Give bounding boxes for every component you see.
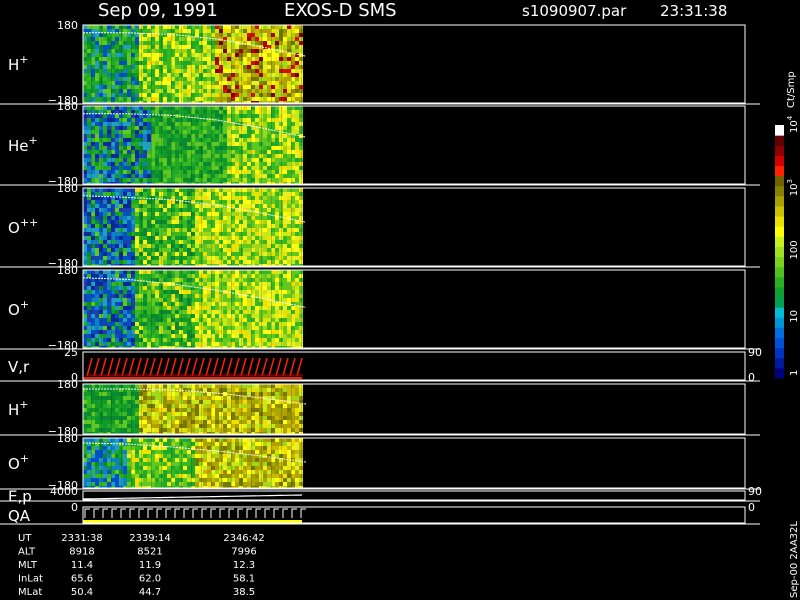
colorbar-swatch — [775, 266, 784, 278]
colorbar-swatch — [775, 367, 784, 379]
orbit-value: 50.4 — [71, 587, 93, 598]
panel-label: He+ — [8, 134, 38, 155]
colorbar-swatch — [775, 357, 784, 369]
panel-stack: 180−180H+180−180He+180−180O++180−180O+25… — [0, 19, 762, 525]
header-date: Sep 09, 1991 — [98, 0, 218, 21]
colorbar-swatch — [775, 195, 784, 207]
colorbar-swatch — [775, 185, 784, 197]
colorbar-tick: 103 — [786, 179, 800, 196]
header-instrument: EXOS-D SMS — [284, 0, 397, 21]
colorbar-unit: Ct/Smp — [786, 71, 797, 108]
header-file: s1090907.par — [522, 2, 627, 20]
panel-op: 180−180O+ — [0, 264, 760, 352]
colorbar-swatch — [775, 125, 784, 136]
orbit-value: 2339:14 — [129, 533, 171, 544]
orbit-value: 8521 — [137, 547, 162, 558]
panel-label: V,r — [8, 358, 30, 376]
colorbar-swatch — [775, 276, 784, 288]
ytick-top: 180 — [57, 432, 78, 445]
colorbar: 1 10 100 103 104 Ct/Smp — [775, 71, 800, 379]
panel-label: E,p — [8, 488, 32, 506]
panel-qa: 0 QA 0 — [0, 501, 760, 525]
colorbar-swatch — [775, 216, 784, 227]
header-time: 23:31:38 — [660, 2, 727, 20]
colorbar-swatch — [775, 256, 784, 268]
colorbar-swatch — [775, 317, 784, 328]
energy-trace — [82, 494, 303, 500]
colorbar-tick: 104 — [786, 115, 800, 133]
panel-o2: 180−180O+ — [0, 432, 760, 492]
orbit-row-name: InLat — [18, 574, 43, 585]
colorbar-swatch — [775, 165, 784, 177]
colorbar-tick: 100 — [789, 240, 800, 259]
panel-label: O++ — [8, 216, 38, 237]
orbit-value: 12.3 — [233, 560, 255, 571]
ytick-top: 180 — [57, 100, 78, 113]
panel-opp: 180−180O++ — [0, 182, 760, 270]
panel-label: H+ — [8, 398, 29, 419]
orbit-row-name: ALT — [18, 547, 36, 558]
colorbar-tick: 10 — [789, 310, 800, 323]
orbit-value: 62.0 — [139, 574, 161, 585]
colorbar-swatch — [775, 155, 784, 166]
orbit-value: 11.4 — [71, 560, 93, 571]
orbit-value: 65.6 — [71, 574, 93, 585]
orbit-value: 58.1 — [233, 574, 255, 585]
orbit-row-name: MLat — [18, 587, 42, 598]
panel-vr: 250V,r900 — [0, 346, 762, 384]
orbit-value: 44.7 — [139, 587, 161, 598]
header: Sep 09, 1991 EXOS-D SMS s1090907.par 23:… — [98, 0, 727, 21]
panel-h1: 180−180H+ — [0, 19, 760, 107]
panel-frame — [82, 351, 746, 381]
orbit-value: 38.5 — [233, 587, 255, 598]
ytick-top: 180 — [57, 182, 78, 195]
panel-label: QA — [8, 507, 31, 525]
ytick-top: 180 — [57, 264, 78, 277]
colorbar-swatch — [775, 175, 784, 187]
side-label: Sep-00 2AA32L — [789, 521, 800, 598]
ytick-top: 25 — [64, 346, 78, 359]
colorbar-swatch — [775, 337, 784, 349]
orbit-row-name: MLT — [18, 560, 38, 571]
ytick-top: 180 — [57, 19, 78, 32]
colorbar-swatch — [775, 135, 784, 146]
orbit-value: 2346:42 — [223, 533, 265, 544]
orbit-table: UT 2331:38 2339:14 2346:42 ALT 8918 8521 7996 ML… — [18, 533, 265, 598]
colorbar-swatch — [775, 347, 784, 359]
ytick-top: 180 — [57, 378, 78, 391]
panel-h2: 180−180H+ — [0, 378, 760, 438]
orbit-value: 8918 — [69, 547, 94, 558]
colorbar-swatch — [775, 145, 784, 156]
colorbar-swatch — [775, 327, 784, 339]
colorbar-swatch — [775, 307, 784, 318]
panel-label: O+ — [8, 452, 29, 473]
right-tick-top: 90 — [748, 485, 762, 498]
colorbar-swatch — [775, 297, 784, 308]
orbit-value: 11.9 — [139, 560, 161, 571]
colorbar-swatch — [775, 246, 784, 258]
colorbar-swatch — [775, 286, 784, 298]
colorbar-swatch — [775, 236, 784, 247]
orbit-value: 2331:38 — [61, 533, 103, 544]
right-tick-bottom: 0 — [748, 371, 755, 384]
panel-frame — [82, 490, 746, 501]
colorbar-swatch — [775, 226, 784, 237]
right-tick-top: 90 — [748, 346, 762, 359]
colorbar-tick: 1 — [789, 370, 800, 376]
ytick-top: 0 — [71, 501, 78, 514]
panel-label: O+ — [8, 298, 29, 319]
exos-d-sms-plot: Sep 09, 1991 EXOS-D SMS s1090907.par 23:… — [0, 0, 800, 598]
orbit-row-name: UT — [18, 533, 32, 544]
right-tick-top: 0 — [748, 501, 755, 514]
panel-label: H+ — [8, 53, 29, 74]
orbit-value: 7996 — [231, 547, 256, 558]
ytick-top: 4000 — [50, 485, 78, 498]
colorbar-swatch — [775, 205, 784, 217]
panel-he: 180−180He+ — [0, 100, 760, 188]
